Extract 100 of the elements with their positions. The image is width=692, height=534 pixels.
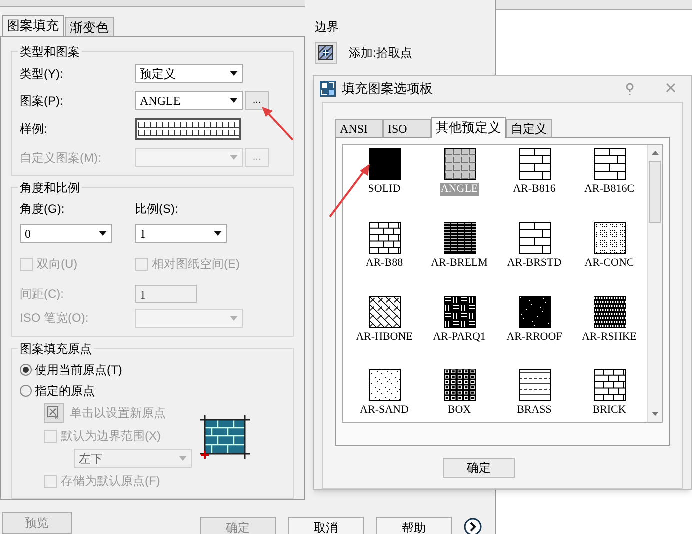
- pattern-name: BRASS: [516, 404, 553, 418]
- tab[interactable]: ISO: [383, 119, 431, 137]
- tab[interactable]: 其他预定义: [431, 117, 506, 138]
- boundary-title: 边界: [315, 19, 340, 36]
- hatch-pattern-swatch: [594, 296, 626, 328]
- hatch-pattern-swatch: [518, 148, 550, 180]
- hatch-pattern-swatch: [368, 369, 400, 402]
- pattern-tile[interactable]: AR-HBONE: [347, 296, 422, 348]
- pick-point-button[interactable]: [315, 42, 337, 64]
- spacing-label: 间距(C):: [20, 286, 65, 303]
- browse-button[interactable]: ...: [245, 91, 269, 110]
- custom-pattern-label: 自定义图案(M):: [20, 150, 102, 166]
- hatch-pattern-swatch: [518, 222, 550, 254]
- group-title: 角度和比例: [18, 179, 82, 197]
- hatch-pattern-swatch: [368, 222, 400, 254]
- hatch-pattern-swatch: [444, 222, 476, 254]
- iso-pen-dropdown[interactable]: [135, 309, 243, 328]
- pattern-dropdown[interactable]: ANGLE: [135, 91, 243, 110]
- ok-button[interactable]: 确定: [443, 458, 515, 478]
- set-origin-button[interactable]: [44, 403, 64, 423]
- pattern-tile[interactable]: SOLID: [347, 148, 422, 201]
- tab[interactable]: 渐变色: [65, 17, 114, 36]
- hatch-pattern-swatch: [444, 148, 476, 180]
- sample-label: 样例:: [20, 121, 48, 138]
- angle-dropdown[interactable]: 0: [20, 224, 112, 243]
- pattern-tile[interactable]: AR-BRSTD: [497, 222, 572, 274]
- pattern-name: AR-PARQ1: [432, 330, 487, 344]
- radio-item[interactable]: 指定的原点: [20, 382, 285, 400]
- type-label: 类型(Y):: [20, 66, 64, 82]
- pattern-tile[interactable]: AR-SAND: [347, 369, 422, 422]
- hatch-pattern-swatch: [594, 369, 626, 402]
- cursor-box-icon: [47, 406, 61, 420]
- pattern-label: 图案(P):: [20, 92, 64, 110]
- pattern-name: AR-BRSTD: [506, 256, 563, 270]
- pattern-name: AR-CONC: [584, 256, 636, 270]
- hatch-pattern-swatch: [594, 148, 626, 180]
- brick-origin-drawing: [200, 415, 250, 461]
- app-icon: [320, 81, 336, 97]
- pattern-tile[interactable]: AR-B816: [497, 148, 572, 201]
- add-pick-point-label: 添加:拾取点: [349, 45, 412, 62]
- hatch-pattern-swatch: [518, 296, 550, 328]
- arrow-annotation: [261, 106, 295, 142]
- hatch-pattern-swatch: [444, 296, 476, 328]
- pattern-tile[interactable]: AR-RROOF: [497, 296, 572, 348]
- pattern-tile[interactable]: AR-B816C: [572, 148, 647, 201]
- custom-pattern-dropdown[interactable]: [135, 148, 243, 167]
- tab[interactable]: ANSI: [335, 119, 383, 137]
- pattern-name: AR-RROOF: [506, 330, 564, 344]
- dropdown-caret-icon: [214, 231, 222, 236]
- close-icon[interactable]: [665, 82, 677, 94]
- help-button[interactable]: 帮助: [376, 517, 452, 534]
- group-title: 类型和图案: [18, 43, 82, 61]
- pattern-tile[interactable]: AR-CONC: [572, 222, 647, 274]
- pattern-name: AR-B816: [512, 183, 557, 196]
- cancel-button[interactable]: 取消: [288, 517, 364, 534]
- pattern-tile[interactable]: BOX: [422, 369, 497, 422]
- scale-label: 比例(S):: [135, 201, 180, 218]
- radio-button[interactable]: [20, 385, 32, 397]
- pattern-tile[interactable]: AR-PARQ1: [422, 296, 497, 348]
- dropdown-caret-icon: [230, 98, 238, 103]
- pattern-name: AR-SAND: [359, 404, 410, 418]
- radio-button[interactable]: [20, 364, 32, 376]
- scrollbar-thumb[interactable]: [649, 161, 661, 223]
- pattern-name: AR-RSHKE: [580, 330, 638, 344]
- pattern-name: AR-B88: [364, 256, 404, 270]
- pattern-name: AR-BRELM: [430, 256, 489, 270]
- pattern-tile[interactable]: AR-RSHKE: [572, 296, 647, 348]
- dropdown-caret-icon: [99, 231, 107, 236]
- dropdown-caret-icon: [230, 316, 238, 321]
- scroll-down-icon[interactable]: [652, 412, 658, 416]
- pattern-tile[interactable]: AR-B88: [347, 222, 422, 274]
- pattern-name: BRICK: [592, 404, 628, 418]
- scrollbar[interactable]: [647, 145, 662, 422]
- radio-item[interactable]: 使用当前原点(T): [20, 361, 285, 379]
- tab[interactable]: 图案填充: [2, 15, 64, 36]
- dropdown-caret-icon: [230, 155, 238, 160]
- hatch-pattern-swatch: [368, 296, 400, 328]
- type-dropdown[interactable]: 预定义: [135, 64, 243, 83]
- iso-pen-label: ISO 笔宽(O):: [20, 310, 90, 327]
- hatch-pattern-swatch: [518, 369, 550, 402]
- pattern-name: ANGLE: [440, 183, 480, 196]
- hatch-pattern-swatch: [594, 222, 626, 254]
- pattern-tile[interactable]: BRICK: [572, 369, 647, 422]
- angle-label: 角度(G):: [20, 201, 66, 218]
- hatch-pattern-swatch: [368, 148, 400, 180]
- pattern-name: BOX: [446, 404, 472, 418]
- pick-point-icon: [318, 45, 334, 61]
- tab[interactable]: 自定义: [506, 119, 552, 137]
- group-title: 图案填充原点: [18, 340, 94, 358]
- pattern-name: AR-HBONE: [355, 330, 414, 344]
- dropdown-caret-icon: [230, 71, 238, 76]
- pattern-tile[interactable]: AR-BRELM: [422, 222, 497, 274]
- scroll-up-icon[interactable]: [652, 151, 658, 155]
- scale-dropdown[interactable]: 1: [135, 224, 227, 243]
- pattern-name: AR-B816C: [583, 183, 636, 196]
- more-options-icon[interactable]: [464, 518, 482, 534]
- pattern-tile[interactable]: BRASS: [497, 369, 572, 422]
- position-dropdown[interactable]: 左下: [74, 449, 192, 468]
- set-origin-label: 单击以设置新原点: [70, 405, 166, 422]
- palette-title: 填充图案选项板: [342, 80, 433, 98]
